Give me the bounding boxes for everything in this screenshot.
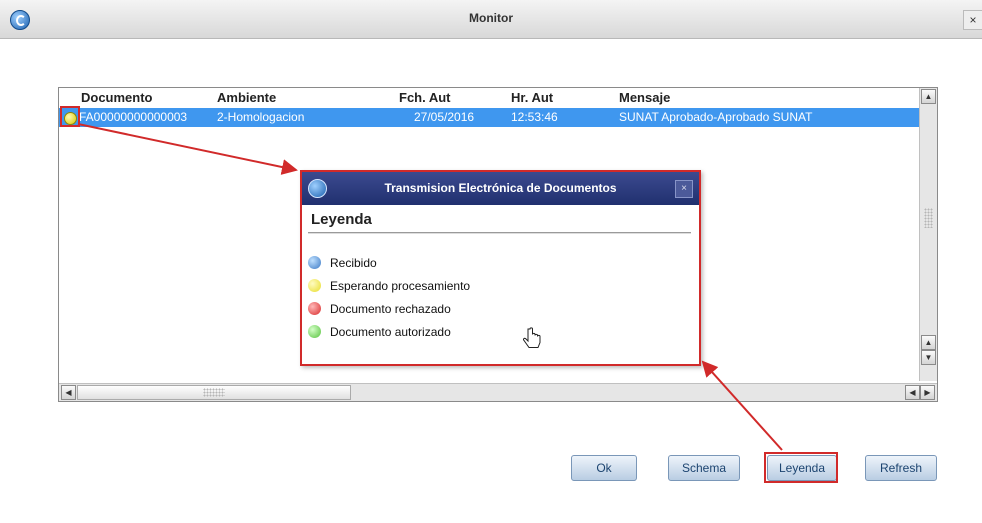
- cell-ambiente: 2-Homologacion: [217, 110, 305, 124]
- legend-label: Esperando procesamiento: [330, 279, 471, 293]
- red-status-icon: [308, 302, 321, 315]
- legend-label: Recibido: [330, 256, 377, 270]
- vertical-scrollbar[interactable]: ▲ ▲ ▼: [919, 88, 937, 381]
- window-close-button[interactable]: ×: [963, 10, 982, 30]
- scroll-grip-icon: [203, 388, 225, 397]
- scroll-up-icon[interactable]: ▲: [921, 335, 936, 350]
- hand-pointer-icon: [522, 327, 541, 348]
- column-header-fch-aut[interactable]: Fch. Aut: [399, 90, 451, 105]
- column-header-documento[interactable]: Documento: [81, 90, 153, 105]
- green-status-icon: [308, 325, 321, 338]
- horizontal-scroll-thumb[interactable]: [77, 385, 351, 400]
- legend-label: Documento rechazado: [330, 302, 451, 316]
- cell-hr-aut: 12:53:46: [511, 110, 558, 124]
- status-led-icon[interactable]: [64, 112, 77, 125]
- scroll-left-icon[interactable]: ◀: [905, 385, 920, 400]
- popup-title: Transmision Electrónica de Documentos: [384, 181, 617, 195]
- horizontal-scrollbar[interactable]: ◀ ◀ ▶: [59, 383, 937, 401]
- popup-titlebar: Transmision Electrónica de Documentos ×: [302, 172, 699, 205]
- legend-label: Documento autorizado: [330, 325, 451, 339]
- legend-heading: Leyenda: [311, 211, 372, 228]
- scroll-grip-icon: [924, 208, 933, 228]
- cell-mensaje: SUNAT Aprobado-Aprobado SUNAT: [619, 110, 813, 124]
- window-title: Monitor: [469, 11, 513, 25]
- yellow-status-icon: [308, 279, 321, 292]
- blue-status-icon: [308, 256, 321, 269]
- legend-divider: [308, 232, 691, 234]
- table-row[interactable]: FA00000000000003 2-Homologacion 27/05/20…: [59, 108, 919, 127]
- scroll-right-icon[interactable]: ▶: [920, 385, 935, 400]
- scroll-up-icon[interactable]: ▲: [921, 89, 936, 104]
- popup-close-button[interactable]: ×: [675, 180, 693, 198]
- leyenda-button[interactable]: Leyenda: [767, 455, 837, 481]
- column-header-hr-aut[interactable]: Hr. Aut: [511, 90, 553, 105]
- grid-header-row: Documento Ambiente Fch. Aut Hr. Aut Mens…: [59, 88, 919, 107]
- scroll-down-icon[interactable]: ▼: [921, 350, 936, 365]
- scroll-left-icon[interactable]: ◀: [61, 385, 76, 400]
- cell-documento: FA00000000000003: [79, 110, 188, 124]
- legend-popup: Transmision Electrónica de Documentos × …: [300, 170, 701, 366]
- cell-fch-aut: 27/05/2016: [414, 110, 475, 124]
- schema-button[interactable]: Schema: [668, 455, 740, 481]
- refresh-button[interactable]: Refresh: [865, 455, 937, 481]
- ok-button[interactable]: Ok: [571, 455, 637, 481]
- window-titlebar: Monitor ×: [0, 0, 982, 39]
- column-header-ambiente[interactable]: Ambiente: [217, 90, 276, 105]
- column-header-mensaje[interactable]: Mensaje: [619, 90, 670, 105]
